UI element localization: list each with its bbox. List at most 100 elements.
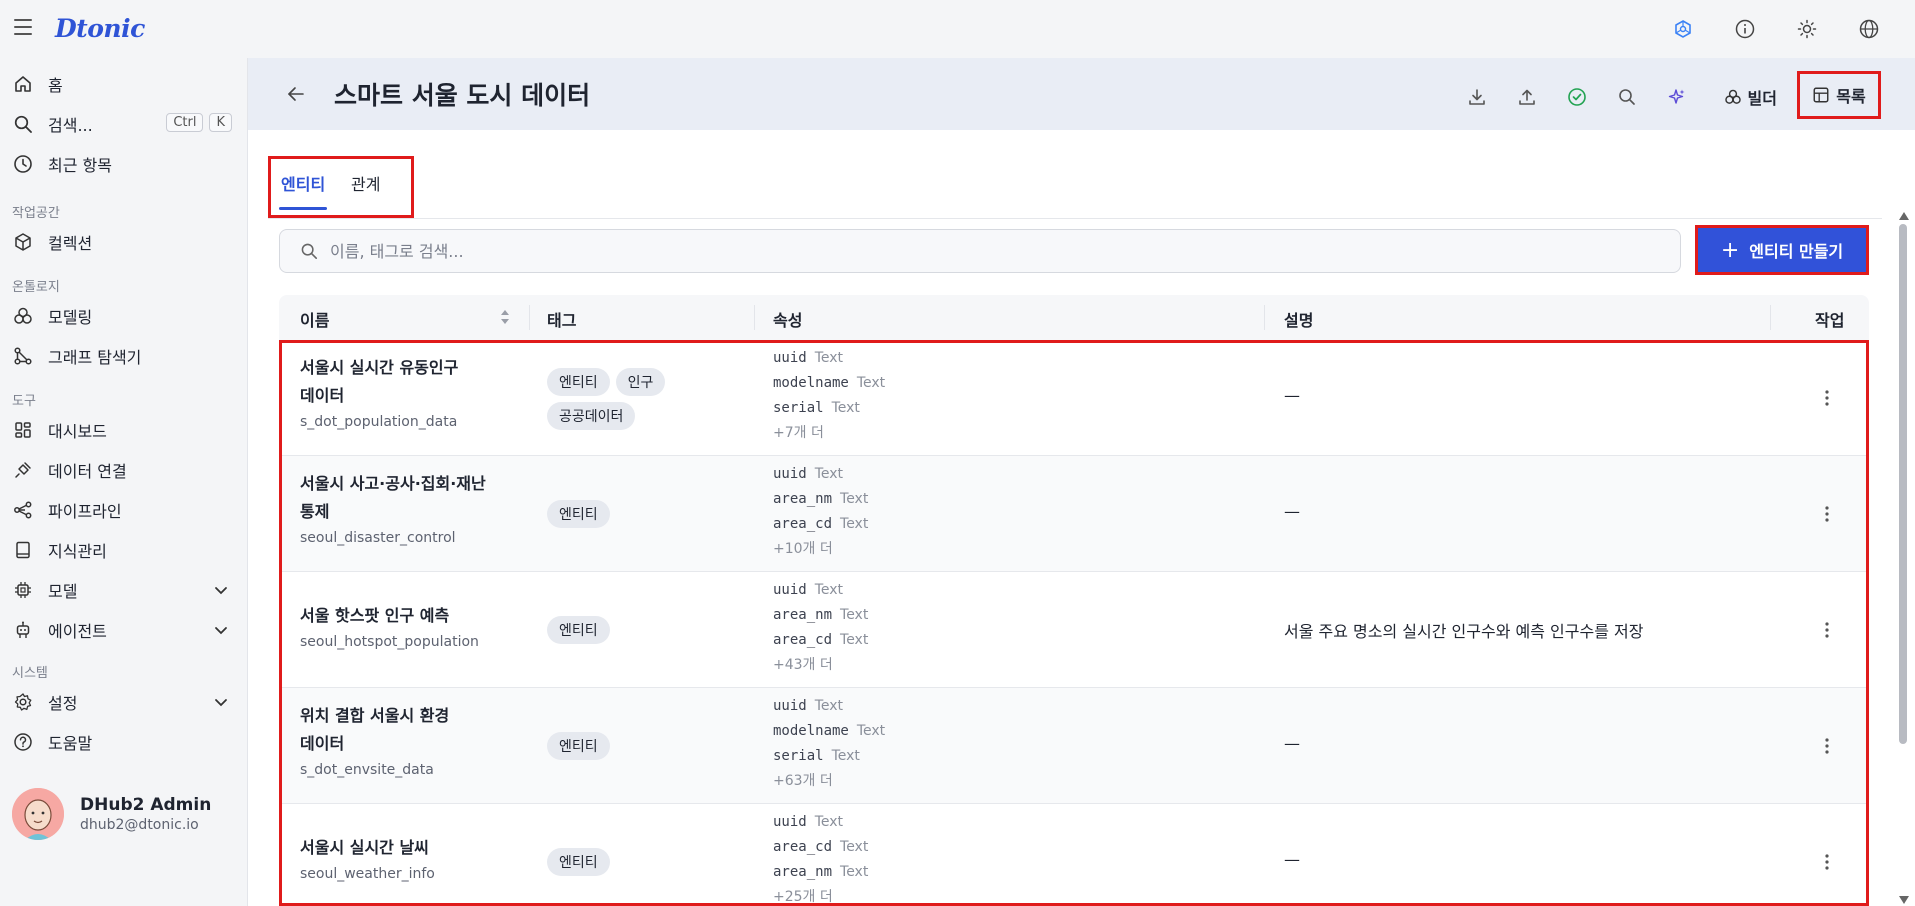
sidebar-item-recent[interactable]: 최근 항목 — [12, 148, 238, 180]
shapes-icon — [12, 305, 34, 327]
builder-button[interactable]: 빌더 — [1710, 78, 1791, 116]
sparkle-ai-icon[interactable] — [1660, 80, 1694, 114]
theme-sun-icon[interactable] — [1791, 13, 1823, 45]
entity-search-box[interactable] — [279, 229, 1681, 273]
more-attributes: +43개 더 — [773, 657, 833, 673]
shortcut-keys: Ctrl K — [160, 113, 232, 132]
sidebar-item-label: 모델 — [48, 582, 78, 601]
network-icon[interactable] — [1667, 13, 1699, 45]
sidebar-item-settings[interactable]: 설정 — [12, 686, 238, 718]
more-vertical-icon[interactable] — [1817, 850, 1837, 874]
more-attributes: +25개 더 — [773, 889, 833, 905]
user-name: DHub2 Admin — [80, 795, 212, 815]
entity-name[interactable]: 서울시 실시간 유동인구 데이터 — [300, 354, 500, 410]
sidebar-item-data-connection[interactable]: 데이터 연결 — [12, 454, 238, 486]
entity-name[interactable]: 서울시 실시간 날씨 — [300, 834, 500, 862]
entity-table-body: 서울시 실시간 유동인구 데이터 s_dot_population_data 엔티… — [279, 340, 1869, 906]
column-separator — [1264, 305, 1265, 330]
kbd-k: K — [209, 113, 232, 132]
app-logo[interactable]: Dtonic — [55, 14, 145, 43]
tag-list: 엔티티 — [547, 732, 707, 766]
table-icon — [1813, 87, 1829, 103]
tag-list: 엔티티 — [547, 616, 707, 650]
divider — [268, 218, 1882, 219]
scrollbar[interactable] — [1896, 210, 1910, 906]
menu-icon[interactable] — [14, 19, 32, 35]
info-icon[interactable] — [1729, 13, 1761, 45]
tab-entity[interactable]: 엔티티 — [281, 171, 325, 195]
more-attributes: +7개 더 — [773, 425, 824, 441]
chip-icon — [12, 579, 34, 601]
sort-icon[interactable] — [499, 308, 511, 330]
column-header-actions: 작업 — [1815, 311, 1845, 330]
scrollbar-thumb[interactable] — [1899, 224, 1907, 744]
sidebar-item-graph-explorer[interactable]: 그래프 탐색기 — [12, 340, 238, 372]
chevron-down-icon[interactable] — [214, 622, 228, 641]
table-row[interactable]: 위치 결합 서울시 환경 데이터 s_dot_envsite_data 엔티티 u… — [279, 688, 1869, 804]
sidebar-item-pipeline[interactable]: 파이프라인 — [12, 494, 238, 526]
create-entity-button[interactable]: + 엔티티 만들기 — [1695, 225, 1869, 275]
list-label: 목록 — [1836, 87, 1866, 106]
top-bar: Dtonic — [0, 0, 1915, 58]
sidebar-item-collections[interactable]: 컬렉션 — [12, 226, 238, 258]
more-vertical-icon[interactable] — [1817, 734, 1837, 758]
table-row[interactable]: 서울시 실시간 날씨 seoul_weather_info 엔티티 uuid Te… — [279, 804, 1869, 906]
entity-name[interactable]: 서울 핫스팟 인구 예측 — [300, 602, 500, 630]
sidebar-item-modeling[interactable]: 모델링 — [12, 300, 238, 332]
chevron-down-icon[interactable] — [214, 694, 228, 713]
list-view-button[interactable]: 목록 — [1797, 71, 1881, 119]
sidebar-item-knowledge[interactable]: 지식관리 — [12, 534, 238, 566]
tag-list: 엔티티 — [547, 848, 707, 882]
table-row[interactable]: 서울시 실시간 유동인구 데이터 s_dot_population_data 엔티… — [279, 340, 1869, 456]
table-header: 이름 태그 속성 설명 작업 — [279, 295, 1869, 340]
search-icon[interactable] — [1610, 80, 1644, 114]
sidebar-item-label: 홈 — [48, 76, 63, 95]
dashboard-icon — [12, 419, 34, 441]
more-vertical-icon[interactable] — [1817, 618, 1837, 642]
column-separator — [754, 305, 755, 330]
scroll-down-arrow-icon[interactable] — [1899, 896, 1909, 904]
entity-code: seoul_disaster_control — [300, 530, 456, 546]
column-separator — [1770, 305, 1771, 330]
section-label-workspace: 작업공간 — [12, 206, 60, 221]
entity-description: — — [1284, 734, 1300, 753]
sidebar-item-label: 도움말 — [48, 734, 93, 753]
tab-relation[interactable]: 관계 — [351, 171, 380, 195]
sidebar-item-label: 그래프 탐색기 — [48, 348, 142, 367]
table-row[interactable]: 서울 핫스팟 인구 예측 seoul_hotspot_population 엔티… — [279, 572, 1869, 688]
sidebar-item-model[interactable]: 모델 — [12, 574, 238, 606]
user-profile[interactable]: DHub2 Admin dhub2@dtonic.io — [12, 788, 211, 840]
page-header: 스마트 서울 도시 데이터 빌더 목록 — [248, 58, 1915, 130]
search-input[interactable] — [330, 241, 1630, 261]
avatar — [12, 788, 64, 840]
sidebar-item-home[interactable]: 홈 — [12, 68, 238, 100]
tag-chip: 엔티티 — [547, 368, 610, 396]
check-circle-icon[interactable] — [1560, 80, 1594, 114]
download-icon[interactable] — [1460, 80, 1494, 114]
chevron-down-icon[interactable] — [214, 582, 228, 601]
scroll-up-arrow-icon[interactable] — [1899, 212, 1909, 220]
kbd-ctrl: Ctrl — [166, 113, 204, 132]
home-icon — [12, 73, 34, 95]
entity-description: — — [1284, 850, 1300, 869]
tag-chip: 엔티티 — [547, 500, 610, 528]
more-vertical-icon[interactable] — [1817, 502, 1837, 526]
entity-name[interactable]: 위치 결합 서울시 환경 데이터 — [300, 702, 500, 758]
sidebar-item-label: 지식관리 — [48, 542, 107, 561]
sidebar-item-agent[interactable]: 에이전트 — [12, 614, 238, 646]
sidebar-item-dashboard[interactable]: 대시보드 — [12, 414, 238, 446]
back-arrow-icon[interactable] — [286, 84, 306, 108]
entity-code: s_dot_envsite_data — [300, 762, 434, 778]
more-vertical-icon[interactable] — [1817, 386, 1837, 410]
column-header-name[interactable]: 이름 — [300, 307, 329, 331]
entity-name[interactable]: 서울시 사고·공사·집회·재난 통제 — [300, 470, 500, 526]
sidebar-item-search[interactable]: 검색... Ctrl K — [12, 108, 238, 140]
sidebar-item-help[interactable]: 도움말 — [12, 726, 238, 758]
upload-icon[interactable] — [1510, 80, 1544, 114]
table-row[interactable]: 서울시 사고·공사·집회·재난 통제 seoul_disaster_control… — [279, 456, 1869, 572]
column-header-tags: 태그 — [547, 311, 577, 330]
entity-description: — — [1284, 502, 1300, 521]
create-entity-label: 엔티티 만들기 — [1749, 242, 1844, 261]
language-globe-icon[interactable] — [1853, 13, 1885, 45]
more-attributes: +63개 더 — [773, 773, 833, 789]
